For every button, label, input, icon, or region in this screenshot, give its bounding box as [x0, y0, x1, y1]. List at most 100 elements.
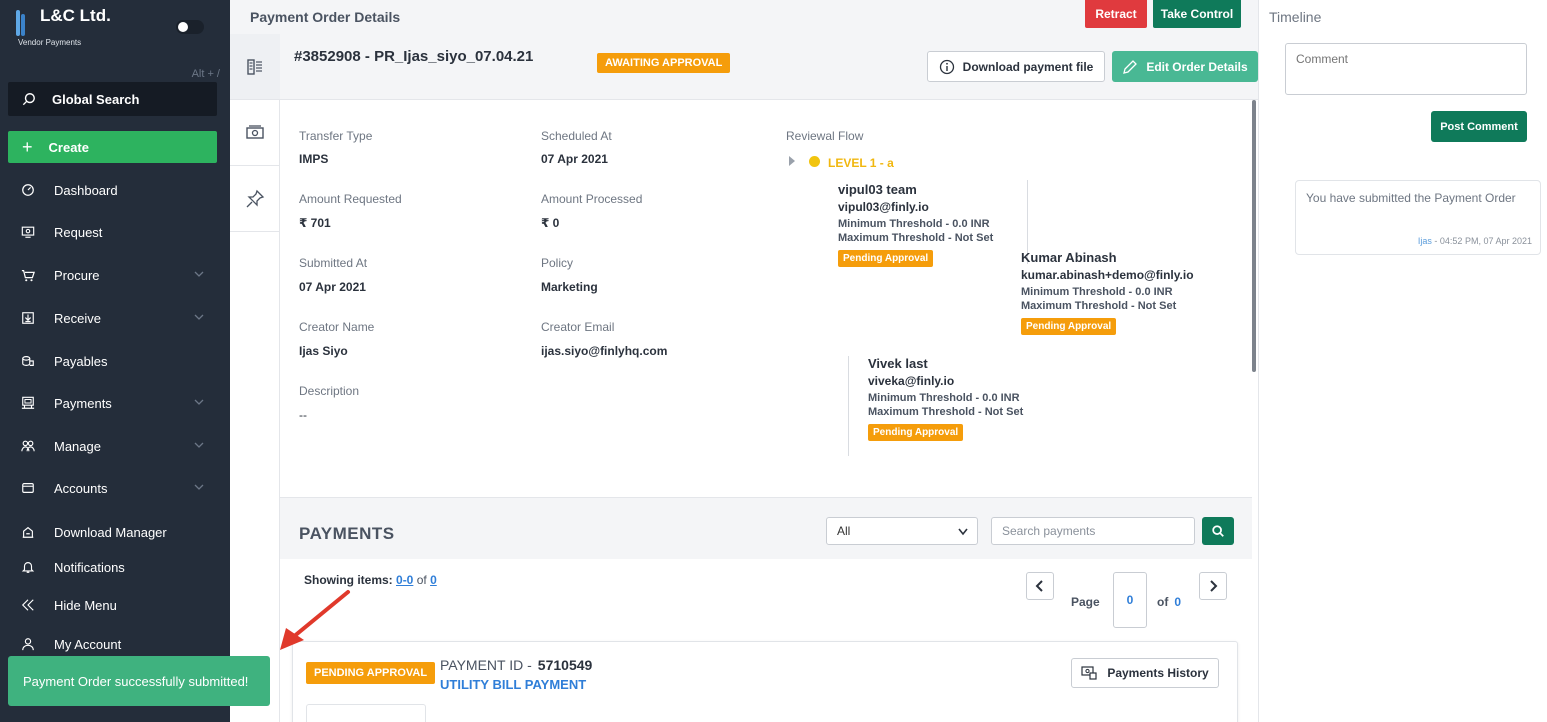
search-icon — [22, 93, 35, 106]
sidebar-item-my-account[interactable]: My Account — [20, 633, 210, 655]
edit-order-details-label: Edit Order Details — [1146, 59, 1248, 74]
tab-pinned[interactable] — [230, 166, 280, 232]
shortcut-hint: Alt + / — [191, 68, 220, 80]
policy-value: Marketing — [541, 280, 598, 294]
sidebar-item-receive[interactable]: Receive — [20, 307, 210, 329]
chevron-down-icon — [194, 314, 204, 320]
showing-range[interactable]: 0-0 — [396, 573, 413, 587]
page-header: Payment Order Details Retract Take Contr… — [230, 0, 1260, 34]
sidebar-item-hide-menu[interactable]: Hide Menu — [20, 594, 210, 616]
payment-id: PAYMENT ID - 5710549 — [440, 657, 592, 673]
chevron-down-icon — [194, 399, 204, 405]
next-page-button[interactable] — [1199, 572, 1227, 600]
download-payment-file-button[interactable]: Download payment file — [927, 51, 1105, 82]
user-icon — [20, 636, 36, 652]
expand-triangle-icon[interactable] — [789, 156, 795, 166]
amount-processed-value: ₹ 0 — [541, 216, 560, 230]
payment-id-label: PAYMENT ID - — [440, 657, 532, 673]
sidebar-item-label: Dashboard — [54, 182, 118, 198]
transfer-type-value: IMPS — [299, 152, 329, 166]
dashboard-icon — [20, 182, 36, 198]
timeline-entry-time: - 04:52 PM, 07 Apr 2021 — [1431, 236, 1532, 246]
info-icon — [939, 59, 954, 74]
creator-name-value: Ijas Siyo — [299, 344, 348, 358]
showing-items-label: Showing items: — [304, 573, 393, 587]
approver-email: viveka@finly.io — [868, 374, 955, 388]
page-total: 0 — [1174, 595, 1182, 609]
previous-page-button[interactable] — [1026, 572, 1054, 600]
sidebar-item-label: Payments — [54, 395, 112, 411]
approver-name: Vivek last — [868, 356, 928, 371]
take-control-button[interactable]: Take Control — [1153, 0, 1241, 28]
payment-filter-value: All — [837, 524, 851, 538]
page-title: Payment Order Details — [250, 9, 401, 25]
create-button[interactable]: + Create — [8, 131, 217, 163]
search-payments-input[interactable]: Search payments — [991, 517, 1195, 545]
payment-card: PENDING APPROVAL PAYMENT ID - 5710549 UTI… — [292, 641, 1238, 722]
post-comment-button[interactable]: Post Comment — [1431, 111, 1527, 142]
scheduled-at-value: 07 Apr 2021 — [541, 152, 608, 166]
chevron-down-icon — [194, 484, 204, 490]
chevron-down-icon — [194, 271, 204, 277]
approver-card: vipul03 team vipul03@finly.io Minimum Th… — [838, 182, 993, 267]
sidebar-item-procure[interactable]: Procure — [20, 264, 210, 286]
showing-of: of — [416, 573, 427, 587]
retract-button[interactable]: Retract — [1085, 0, 1147, 28]
approver-divider — [848, 356, 849, 456]
sidebar-item-payables[interactable]: Payables — [20, 350, 210, 372]
cash-icon — [246, 124, 264, 139]
download-manager-icon — [20, 524, 36, 540]
payments-history-button[interactable]: Payments History — [1071, 658, 1219, 688]
users-icon — [20, 438, 36, 454]
payments-title: PAYMENTS — [299, 524, 395, 543]
theme-toggle[interactable] — [176, 20, 204, 34]
payments-icon — [20, 395, 36, 411]
tab-payments[interactable] — [230, 100, 280, 166]
global-search-label: Global Search — [52, 91, 140, 107]
global-search-button[interactable]: Global Search — [8, 82, 217, 116]
creator-email-value: ijas.siyo@finlyhq.com — [541, 344, 668, 358]
approver-status-badge: Pending Approval — [1021, 318, 1117, 335]
payment-status-badge: PENDING APPROVAL — [306, 662, 436, 684]
cart-icon — [20, 267, 36, 283]
history-icon — [1081, 666, 1097, 680]
coins-icon — [20, 353, 36, 369]
status-badge: AWAITING APPROVAL — [597, 53, 731, 73]
approver-min-threshold: Minimum Threshold - 0.0 INR — [1021, 286, 1173, 298]
scrollbar[interactable] — [1252, 100, 1256, 372]
search-payments-button[interactable] — [1202, 517, 1234, 545]
sidebar-item-notifications[interactable]: Notifications — [20, 556, 210, 578]
plus-icon: + — [22, 137, 33, 157]
sidebar-item-label: Notifications — [54, 559, 125, 575]
timeline-entry-meta: Ijas - 04:52 PM, 07 Apr 2021 — [1418, 236, 1532, 246]
sidebar-item-accounts[interactable]: Accounts — [20, 477, 210, 499]
timeline-entry-user[interactable]: Ijas — [1418, 236, 1432, 246]
sidebar-item-payments[interactable]: Payments — [20, 392, 210, 414]
payments-header: PAYMENTS All Search payments — [280, 497, 1252, 559]
creator-email-label: Creator Email — [541, 320, 615, 334]
chevron-left-icon — [1035, 580, 1043, 592]
success-toast[interactable]: Payment Order successfully submitted! — [8, 656, 270, 706]
payment-filter-select[interactable]: All — [826, 517, 978, 545]
sidebar: L&C Ltd. Vendor Payments Alt + / Global … — [0, 0, 230, 722]
bell-icon — [20, 559, 36, 575]
sidebar-item-request[interactable]: Request — [20, 221, 210, 243]
showing-total[interactable]: 0 — [430, 573, 437, 587]
approver-max-threshold: Maximum Threshold - Not Set — [1021, 300, 1177, 312]
edit-order-details-button[interactable]: Edit Order Details — [1112, 51, 1258, 82]
page-number-input[interactable]: 0 — [1113, 572, 1147, 628]
transfer-type-label: Transfer Type — [299, 129, 373, 143]
page-of: of 0 — [1157, 595, 1181, 609]
review-level: LEVEL 1 - a — [828, 156, 894, 170]
receive-icon — [20, 310, 36, 326]
tab-order-details[interactable] — [230, 34, 280, 100]
sidebar-item-manage[interactable]: Manage — [20, 435, 210, 457]
timeline-title: Timeline — [1269, 9, 1322, 25]
sidebar-item-download-manager[interactable]: Download Manager — [20, 521, 210, 543]
sidebar-item-dashboard[interactable]: Dashboard — [20, 179, 210, 201]
approver-min-threshold: Minimum Threshold - 0.0 INR — [868, 392, 1020, 404]
comment-input[interactable] — [1285, 43, 1527, 95]
payment-type-link[interactable]: UTILITY BILL PAYMENT — [440, 677, 586, 692]
sidebar-item-label: Hide Menu — [54, 597, 117, 613]
timeline-panel: Timeline Post Comment You have submitted… — [1258, 0, 1547, 722]
